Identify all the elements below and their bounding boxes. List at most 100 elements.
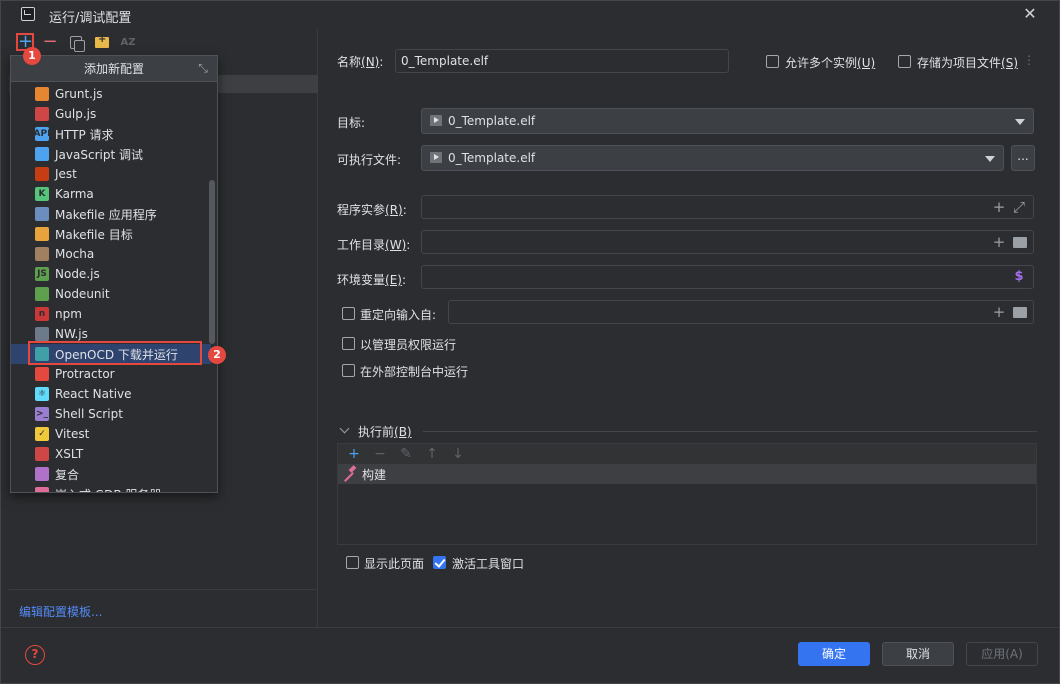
npm-icon: n: [35, 307, 49, 321]
popup-scrollbar[interactable]: [209, 180, 215, 344]
ok-button[interactable]: 确定: [798, 642, 870, 666]
external-console-checkbox[interactable]: [342, 364, 355, 377]
plus-icon[interactable]: +: [991, 199, 1007, 215]
annotation-badge-2: 2: [208, 346, 226, 364]
allow-multiple-checkbox[interactable]: [766, 55, 779, 68]
target-select[interactable]: 0_Template.elf: [421, 108, 1034, 134]
config-type-item[interactable]: Gulp.js: [11, 104, 211, 124]
name-label: 名称(N):: [337, 55, 384, 69]
executable-select[interactable]: 0_Template.elf: [421, 145, 1004, 171]
chevron-down-icon: [1015, 119, 1025, 125]
executable-label: 可执行文件:: [337, 153, 402, 167]
copy-icon: [70, 35, 85, 52]
help-icon[interactable]: ?: [25, 645, 45, 665]
before-launch-toolbar: + − ✎ ↑ ↓: [338, 444, 1036, 464]
config-type-item[interactable]: n npm: [11, 304, 211, 324]
edit-templates-link[interactable]: 编辑配置模板...: [19, 603, 102, 620]
config-type-label: React Native: [55, 387, 132, 401]
karma-icon: K: [35, 187, 49, 201]
config-type-label: Vitest: [55, 427, 90, 441]
allow-multiple-label: 允许多个实例(U): [785, 56, 876, 70]
config-type-label: Jest: [55, 167, 77, 181]
config-type-item[interactable]: 复合: [11, 464, 211, 484]
config-type-item[interactable]: Makefile 目标: [11, 224, 211, 244]
react-native-icon: ⚛: [35, 387, 49, 401]
dollar-icon[interactable]: $: [1011, 269, 1027, 285]
workdir-input[interactable]: +: [421, 230, 1034, 254]
activate-window-checkbox[interactable]: [433, 556, 446, 569]
name-input[interactable]: 0_Template.elf: [395, 49, 729, 73]
config-type-label: Mocha: [55, 247, 95, 261]
makefile-target-icon: [35, 227, 49, 241]
config-type-item[interactable]: Jest: [11, 164, 211, 184]
config-type-item[interactable]: API HTTP 请求: [11, 124, 211, 144]
move-down-icon[interactable]: ↓: [450, 446, 466, 462]
more-icon[interactable]: ⋮: [1023, 53, 1035, 67]
before-launch-list: + − ✎ ↑ ↓ 构建: [337, 443, 1037, 545]
config-type-item[interactable]: OpenOCD 下载并运行: [11, 344, 211, 364]
collapse-icon[interactable]: ⤡: [195, 60, 211, 76]
config-type-item[interactable]: JavaScript 调试: [11, 144, 211, 164]
env-input[interactable]: $: [421, 265, 1034, 289]
remove-task-icon[interactable]: −: [372, 446, 388, 462]
config-type-item[interactable]: NW.js: [11, 324, 211, 344]
config-type-label: Makefile 应用程序: [55, 207, 157, 222]
config-type-item[interactable]: Mocha: [11, 244, 211, 264]
config-type-item[interactable]: >_ Shell Script: [11, 404, 211, 424]
expand-icon[interactable]: ⤢: [1011, 199, 1027, 215]
store-as-file-checkbox[interactable]: [898, 55, 911, 68]
add-task-icon[interactable]: +: [346, 446, 362, 462]
close-icon[interactable]: ✕: [1021, 5, 1039, 23]
config-type-label: OpenOCD 下载并运行: [55, 347, 178, 362]
config-type-label: Karma: [55, 187, 94, 201]
add-config-popup: 添加新配置 ⤡ Grunt.js Gulp.js API HTTP 请求 JavaScr…: [10, 55, 218, 493]
popup-header: 添加新配置 ⤡: [11, 56, 217, 82]
mocha-icon: [35, 247, 49, 261]
config-type-item[interactable]: ⚛ React Native: [11, 384, 211, 404]
protractor-icon: [35, 367, 49, 381]
cancel-button[interactable]: 取消: [882, 642, 954, 666]
config-type-item[interactable]: ✓ Vitest: [11, 424, 211, 444]
config-type-item[interactable]: Grunt.js: [11, 84, 211, 104]
popup-title: 添加新配置: [83, 62, 144, 76]
redirect-input-field[interactable]: +: [448, 300, 1034, 324]
run-as-admin-checkbox[interactable]: [342, 337, 355, 350]
activate-window-label: 激活工具窗口: [452, 557, 525, 571]
config-type-item[interactable]: JS Node.js: [11, 264, 211, 284]
js-debug-icon: [35, 147, 49, 161]
edit-task-icon[interactable]: ✎: [398, 446, 414, 462]
app-icon: [21, 7, 35, 21]
copy-config-button[interactable]: [65, 31, 87, 53]
config-type-item[interactable]: XSLT: [11, 444, 211, 464]
sort-button[interactable]: AZ: [117, 31, 139, 53]
folder-add-icon: [95, 34, 109, 48]
env-label: 环境变量(E):: [337, 273, 407, 287]
shell-script-icon: >_: [35, 407, 49, 421]
config-type-item[interactable]: 嵌入式 GDB 服务器: [11, 484, 211, 492]
makefile-app-icon: [35, 207, 49, 221]
config-type-item[interactable]: Nodeunit: [11, 284, 211, 304]
vitest-icon: ✓: [35, 427, 49, 441]
remove-config-button[interactable]: −: [39, 31, 61, 53]
config-type-label: Gulp.js: [55, 107, 97, 121]
args-input[interactable]: + ⤢: [421, 195, 1034, 219]
redirect-input-checkbox[interactable]: [342, 307, 355, 320]
plus-icon[interactable]: +: [991, 304, 1007, 320]
folder-icon[interactable]: [1013, 237, 1027, 248]
config-type-label: Grunt.js: [55, 87, 103, 101]
config-type-item[interactable]: Protractor: [11, 364, 211, 384]
gulp-icon: [35, 107, 49, 121]
move-up-icon[interactable]: ↑: [424, 446, 440, 462]
folder-icon[interactable]: [1013, 307, 1027, 318]
config-type-item[interactable]: K Karma: [11, 184, 211, 204]
config-type-list: Grunt.js Gulp.js API HTTP 请求 JavaScript 调试 Je…: [11, 84, 211, 492]
config-type-item[interactable]: Makefile 应用程序: [11, 204, 211, 224]
apply-button[interactable]: 应用(A): [966, 642, 1038, 666]
show-page-checkbox[interactable]: [346, 556, 359, 569]
plus-icon[interactable]: +: [991, 234, 1007, 250]
browse-executable-button[interactable]: ...: [1011, 145, 1035, 171]
config-type-label: 复合: [55, 467, 80, 482]
before-launch-task-row[interactable]: 构建: [338, 464, 1036, 484]
store-as-file-label: 存储为项目文件(S): [917, 56, 1018, 70]
new-folder-button[interactable]: [91, 31, 113, 53]
